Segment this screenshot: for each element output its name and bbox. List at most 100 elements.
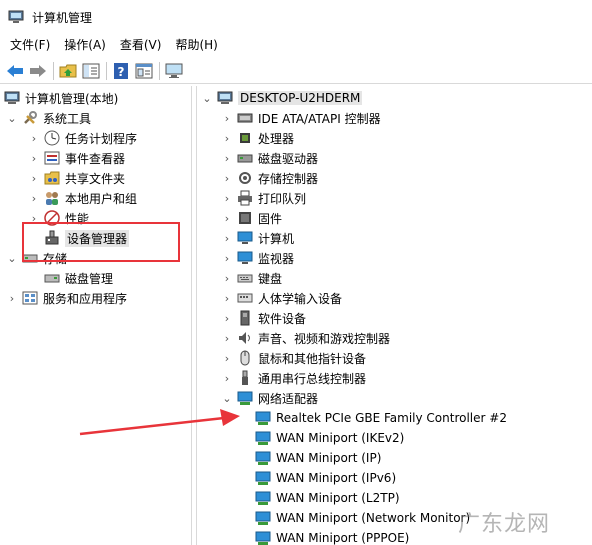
tree-root[interactable]: 计算机管理(本地)	[4, 88, 118, 108]
device-category-storage-controller[interactable]: › 存储控制器	[221, 168, 318, 188]
network-adapter-label: WAN Miniport (Network Monitor)	[276, 511, 471, 525]
computer-icon	[237, 230, 253, 246]
toolbar-separator	[106, 61, 107, 80]
chevron-down-icon[interactable]: ⌄	[6, 108, 18, 128]
device-category-firmware[interactable]: › 固件	[221, 208, 282, 228]
shared-folder-icon	[44, 170, 60, 186]
chevron-right-icon[interactable]: ›	[221, 328, 233, 348]
device-category-label: 网络适配器	[258, 391, 319, 406]
network-adapter-icon	[255, 510, 271, 526]
back-arrow-icon[interactable]	[4, 60, 26, 82]
menu-help[interactable]: 帮助(H)	[169, 34, 223, 56]
device-category-computer[interactable]: › 计算机	[221, 228, 294, 248]
device-category-processor[interactable]: › 处理器	[221, 128, 294, 148]
chevron-right-icon[interactable]: ›	[221, 308, 233, 328]
chevron-right-icon[interactable]: ›	[221, 248, 233, 268]
menu-view[interactable]: 查看(V)	[114, 34, 168, 56]
chevron-down-icon[interactable]: ⌄	[221, 388, 233, 408]
device-category-mouse[interactable]: › 鼠标和其他指针设备	[221, 348, 366, 368]
device-category-label: 计算机	[258, 231, 295, 246]
network-adapter-item[interactable]: WAN Miniport (PPPOE)	[255, 528, 409, 545]
usb-icon	[237, 370, 253, 386]
folder-up-icon[interactable]	[57, 60, 79, 82]
help-icon[interactable]: ?	[110, 60, 132, 82]
menu-action[interactable]: 操作(A)	[58, 34, 112, 56]
device-category-keyboard[interactable]: › 键盘	[221, 268, 282, 288]
device-category-ide[interactable]: › IDE ATA/ATAPI 控制器	[221, 108, 381, 128]
device-category-disk[interactable]: › 磁盘驱动器	[221, 148, 318, 168]
chevron-right-icon[interactable]: ›	[221, 188, 233, 208]
chevron-right-icon[interactable]: ›	[221, 288, 233, 308]
chevron-right-icon[interactable]: ›	[28, 128, 40, 148]
network-adapter-label: WAN Miniport (L2TP)	[276, 491, 400, 505]
chevron-right-icon[interactable]: ›	[221, 228, 233, 248]
network-adapter-icon	[255, 470, 271, 486]
device-category-monitor[interactable]: › 监视器	[221, 248, 294, 268]
network-adapter-item[interactable]: WAN Miniport (Network Monitor)	[255, 508, 470, 528]
svg-text:?: ?	[118, 65, 125, 79]
tree-disk-management[interactable]: 磁盘管理	[28, 268, 113, 288]
users-icon	[44, 190, 60, 206]
device-tree-pane: ⌄ DESKTOP-U2HDERM › IDE ATA/ATAPI 控制器 › …	[196, 86, 592, 545]
toolbar-separator	[159, 61, 160, 80]
device-category-software[interactable]: › 软件设备	[221, 308, 306, 328]
network-adapter-label: WAN Miniport (PPPOE)	[276, 531, 410, 545]
hid-icon	[237, 290, 253, 306]
properties-icon[interactable]	[133, 60, 155, 82]
chevron-right-icon[interactable]: ›	[6, 288, 18, 308]
network-adapter-item[interactable]: Realtek PCIe GBE Family Controller #2	[255, 408, 507, 428]
network-adapter-item[interactable]: WAN Miniport (IP)	[255, 448, 381, 468]
device-category-label: 人体学输入设备	[258, 291, 343, 306]
device-category-hid[interactable]: › 人体学输入设备	[221, 288, 342, 308]
tree-local-users[interactable]: › 本地用户和组	[28, 188, 137, 208]
menu-file[interactable]: 文件(F)	[4, 34, 56, 56]
computer-management-icon	[4, 90, 20, 106]
monitor-scan-icon[interactable]	[163, 60, 185, 82]
tree-system-tools[interactable]: ⌄ 系统工具	[6, 108, 91, 128]
tree-system-tools-label: 系统工具	[43, 111, 92, 126]
tree-shared-folders-label: 共享文件夹	[65, 171, 126, 186]
chevron-right-icon[interactable]: ›	[221, 368, 233, 388]
chevron-right-icon[interactable]: ›	[221, 148, 233, 168]
chevron-right-icon[interactable]: ›	[28, 168, 40, 188]
chevron-right-icon[interactable]: ›	[221, 128, 233, 148]
disk-drive-icon	[237, 150, 253, 166]
tree-task-scheduler[interactable]: › 任务计划程序	[28, 128, 137, 148]
device-category-label: 打印队列	[258, 191, 307, 206]
network-adapter-icon	[237, 390, 253, 406]
tree-event-viewer[interactable]: › 事件查看器	[28, 148, 125, 168]
chevron-right-icon[interactable]: ›	[221, 108, 233, 128]
network-adapter-item[interactable]: WAN Miniport (IKEv2)	[255, 428, 404, 448]
chevron-right-icon[interactable]: ›	[221, 208, 233, 228]
chevron-down-icon[interactable]: ⌄	[6, 248, 18, 268]
network-adapter-icon	[255, 430, 271, 446]
network-adapter-icon	[255, 490, 271, 506]
device-category-label: 固件	[258, 211, 283, 226]
computer-management-icon	[8, 9, 24, 25]
network-adapter-item[interactable]: WAN Miniport (IPv6)	[255, 468, 396, 488]
chevron-right-icon[interactable]: ›	[221, 268, 233, 288]
network-adapter-item[interactable]: WAN Miniport (L2TP)	[255, 488, 400, 508]
tree-services-apps[interactable]: › 服务和应用程序	[6, 288, 127, 308]
device-category-label: 磁盘驱动器	[258, 151, 319, 166]
device-category-network[interactable]: ⌄ 网络适配器	[221, 388, 318, 408]
device-category-label: 处理器	[258, 131, 295, 146]
chevron-right-icon[interactable]: ›	[28, 188, 40, 208]
device-category-sound[interactable]: › 声音、视频和游戏控制器	[221, 328, 390, 348]
chevron-right-icon[interactable]: ›	[221, 348, 233, 368]
forward-arrow-icon[interactable]	[27, 60, 49, 82]
chevron-right-icon[interactable]: ›	[28, 148, 40, 168]
toolbar: ?	[0, 58, 592, 84]
highlight-box	[22, 222, 180, 262]
watermark: 广东龙网	[458, 512, 551, 537]
device-root[interactable]: ⌄ DESKTOP-U2HDERM	[201, 88, 363, 108]
device-category-usb[interactable]: › 通用串行总线控制器	[221, 368, 366, 388]
show-hide-tree-icon[interactable]	[80, 60, 102, 82]
chevron-right-icon[interactable]: ›	[221, 168, 233, 188]
device-category-label: IDE ATA/ATAPI 控制器	[258, 111, 381, 126]
chevron-down-icon[interactable]: ⌄	[201, 88, 213, 108]
device-category-print-queue[interactable]: › 打印队列	[221, 188, 306, 208]
processor-icon	[237, 130, 253, 146]
device-category-label: 键盘	[258, 271, 283, 286]
tree-shared-folders[interactable]: › 共享文件夹	[28, 168, 125, 188]
